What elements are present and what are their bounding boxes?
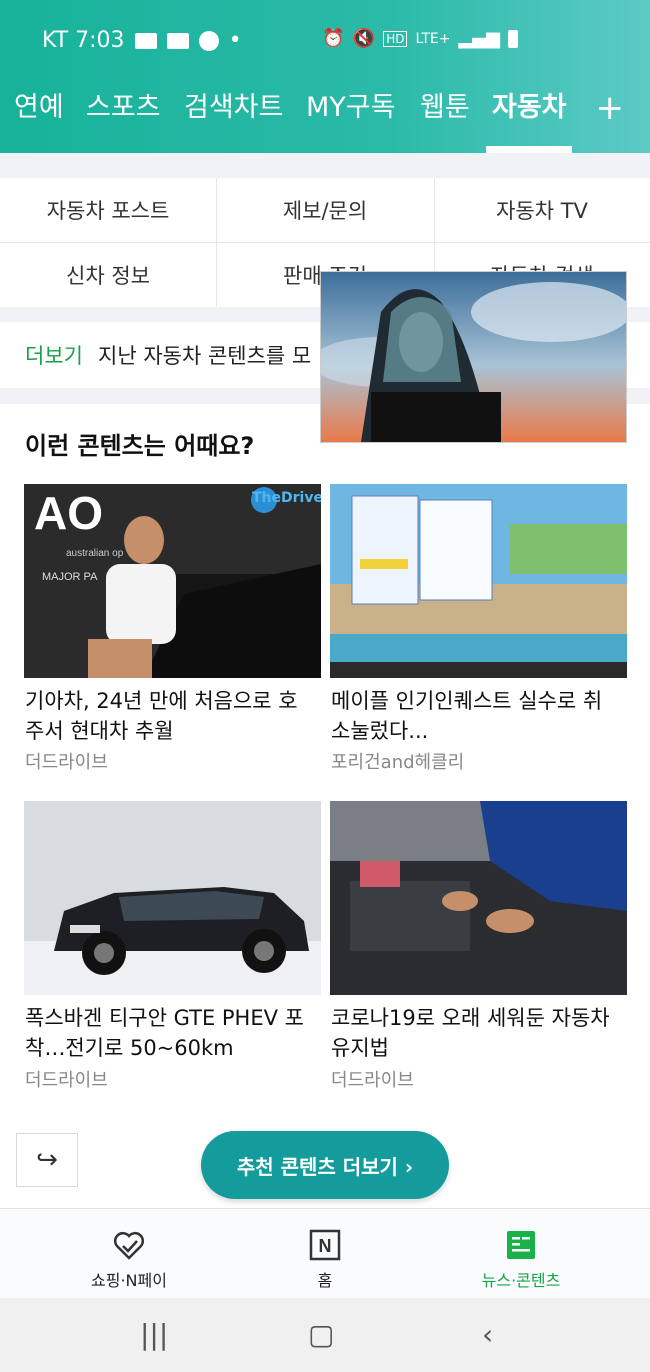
system-nav-bar: ||| ▢ ‹ (0, 1298, 650, 1372)
mute-icon: 🔇 (352, 28, 376, 49)
card-source: 더드라이브 (25, 1070, 108, 1091)
thedrive-logo: TheDrive (252, 490, 321, 506)
card-source: 포리건and헤클리 (331, 752, 465, 773)
hd-badge: HD (383, 30, 408, 47)
tab-webtoon[interactable]: 웹툰 (420, 88, 470, 128)
menu-report-inquiry[interactable]: 제보/문의 (217, 178, 433, 242)
signal-icon: ▂▄▆ (458, 28, 500, 49)
status-bar: KT 7:03 • ⏰ 🔇 HD LTE+ ▂▄▆ (0, 22, 650, 62)
tab-search-chart[interactable]: 검색차트 (184, 88, 283, 128)
card-title[interactable]: 기아차, 24년 만에 처음으로 호주서 현대차 추월 (25, 686, 305, 746)
tab-entertainment[interactable]: 연예 (14, 88, 64, 128)
svg-text:MAJOR PA: MAJOR PA (42, 571, 98, 583)
tennis-car-image: AO australian op MAJOR PA (24, 484, 321, 678)
video-frame-image (321, 272, 626, 442)
divider (0, 242, 650, 243)
active-tab-indicator (486, 146, 572, 153)
card-thumbnail[interactable]: AO australian op MAJOR PA TheDrive (24, 484, 321, 678)
card-thumbnail[interactable] (330, 484, 627, 678)
mail-icon (134, 32, 157, 49)
card-source: 더드라이브 (25, 752, 108, 773)
home-icon[interactable]: ▢ (308, 1318, 334, 1351)
card-title[interactable]: 메이플 인기인퀘스트 실수로 취소눌렀다... (331, 686, 611, 746)
menu-new-car-info[interactable]: 신차 정보 (0, 243, 216, 307)
recent-apps-icon[interactable]: ||| (140, 1318, 168, 1351)
svg-text:AO: AO (34, 487, 103, 539)
add-tab-button[interactable]: + (596, 90, 625, 126)
nav-label: 쇼핑·N페이 (91, 1271, 167, 1290)
carrier-time: KT 7:03 (42, 28, 125, 53)
pip-video-overlay[interactable] (320, 271, 627, 443)
category-tabs: 연예 스포츠 검색차트 MY구독 웹툰 자동차 (0, 88, 650, 138)
share-icon: ↪ (36, 1145, 58, 1175)
n-logo-icon: N (309, 1229, 341, 1261)
battery-icon (508, 29, 518, 48)
card-source: 더드라이브 (331, 1070, 414, 1091)
nav-label: 뉴스·콘텐츠 (481, 1271, 561, 1290)
section-heading: 이런 콘텐츠는 어때요? (25, 432, 255, 460)
network-label: LTE+ (415, 30, 451, 47)
game-screenshot-image (330, 484, 627, 678)
tab-sports[interactable]: 스포츠 (86, 88, 161, 128)
tab-my-subscription[interactable]: MY구독 (306, 88, 395, 128)
menu-car-tv[interactable]: 자동차 TV (434, 178, 650, 242)
svg-text:N: N (319, 1236, 332, 1256)
card-thumbnail[interactable] (330, 801, 627, 995)
news-icon (507, 1231, 535, 1259)
engine-bay-image (330, 801, 627, 995)
bottom-nav: 쇼핑·N페이 N 홈 뉴스·콘텐츠 (0, 1208, 650, 1299)
heart-check-icon (113, 1231, 145, 1260)
nav-home[interactable]: N 홈 (250, 1209, 400, 1299)
more-recommend-button[interactable]: 추천 콘텐츠 더보기 › (201, 1131, 449, 1199)
mail-icon (166, 32, 189, 49)
card-title[interactable]: 폭스바겐 티구안 GTE PHEV 포착…전기로 50~60km (25, 1003, 305, 1063)
menu-car-post[interactable]: 자동차 포스트 (0, 178, 216, 242)
card-title[interactable]: 코로나19로 오래 세워둔 자동차 유지법 (331, 1003, 611, 1063)
nav-label: 홈 (317, 1271, 333, 1290)
app-notification-icon (198, 30, 219, 51)
tab-car[interactable]: 자동차 (492, 88, 567, 128)
nav-shopping-npay[interactable]: 쇼핑·N페이 (54, 1209, 204, 1299)
past-contents-text: 지난 자동차 콘텐츠를 모 (98, 344, 312, 368)
card-thumbnail[interactable] (24, 801, 321, 995)
more-keyword: 더보기 (25, 344, 83, 368)
back-icon[interactable]: ‹ (482, 1318, 493, 1351)
nav-news-contents[interactable]: 뉴스·콘텐츠 (446, 1209, 596, 1299)
suv-image (24, 801, 321, 995)
dot-icon: • (228, 28, 242, 53)
alarm-icon: ⏰ (322, 28, 345, 49)
share-button[interactable]: ↪ (16, 1133, 78, 1187)
svg-text:australian op: australian op (66, 548, 124, 559)
